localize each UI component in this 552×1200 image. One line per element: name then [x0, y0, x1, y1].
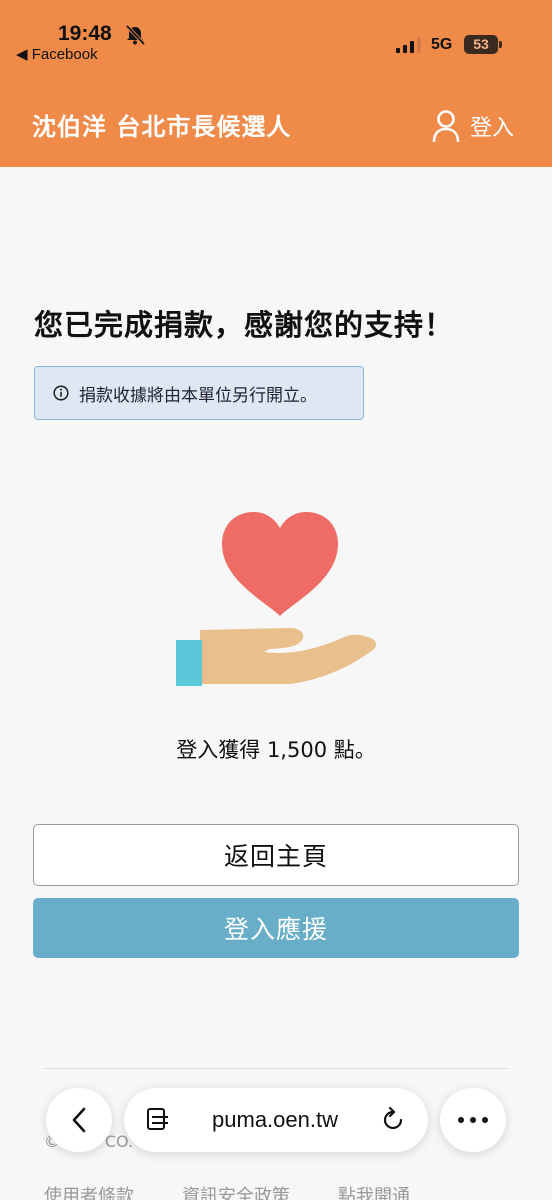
receipt-notice: 捐款收據將由本單位另行開立。 — [34, 366, 364, 420]
footer-divider — [44, 1068, 508, 1069]
footer-link-terms[interactable]: 使用者條款 — [44, 1182, 134, 1200]
receipt-notice-text: 捐款收據將由本單位另行開立。 — [79, 385, 317, 406]
header-login-label: 登入 — [470, 116, 515, 141]
points-reward-text: 登入獲得 1,500 點。 — [176, 738, 376, 762]
back-to-app-link[interactable]: ◀ Facebook — [16, 45, 98, 63]
sleeve-cuff — [176, 640, 202, 686]
ellipsis-icon — [458, 1117, 488, 1123]
signal-icon — [396, 37, 421, 53]
battery-icon: 53 — [464, 35, 502, 54]
url-text: puma.oen.tw — [212, 1107, 338, 1132]
battery-level: 53 — [464, 35, 498, 54]
site-title[interactable]: 沈伯洋 台北市長候選人 — [32, 107, 291, 142]
status-time: 19:48 — [58, 22, 112, 45]
address-bar[interactable]: puma.oen.tw — [124, 1088, 428, 1152]
footer-link-activate[interactable]: 點我開通 — [338, 1182, 410, 1200]
heart-shape — [222, 512, 338, 616]
info-icon — [53, 385, 69, 401]
heart-in-hand-icon — [176, 512, 377, 686]
page-menu-icon — [147, 1108, 168, 1130]
bell-off-icon — [125, 25, 146, 45]
hand-shape — [200, 628, 377, 684]
header-login-link[interactable]: 登入 — [432, 106, 514, 146]
reload-icon[interactable] — [380, 1107, 406, 1133]
network-type: 5G — [431, 36, 453, 53]
browser-back-button[interactable] — [46, 1088, 112, 1152]
page-title: 您已完成捐款，感謝您的支持！ — [34, 308, 455, 342]
footer-links: 使用者條款 資訊安全政策 點我開通 — [44, 1182, 410, 1200]
more-options-button[interactable] — [440, 1088, 506, 1152]
return-home-button[interactable]: 返回主頁 — [33, 824, 519, 886]
chevron-left-icon — [72, 1107, 86, 1133]
footer-link-security[interactable]: 資訊安全政策 — [182, 1182, 290, 1200]
user-icon — [432, 110, 460, 143]
login-support-button[interactable]: 登入應援 — [33, 898, 519, 958]
